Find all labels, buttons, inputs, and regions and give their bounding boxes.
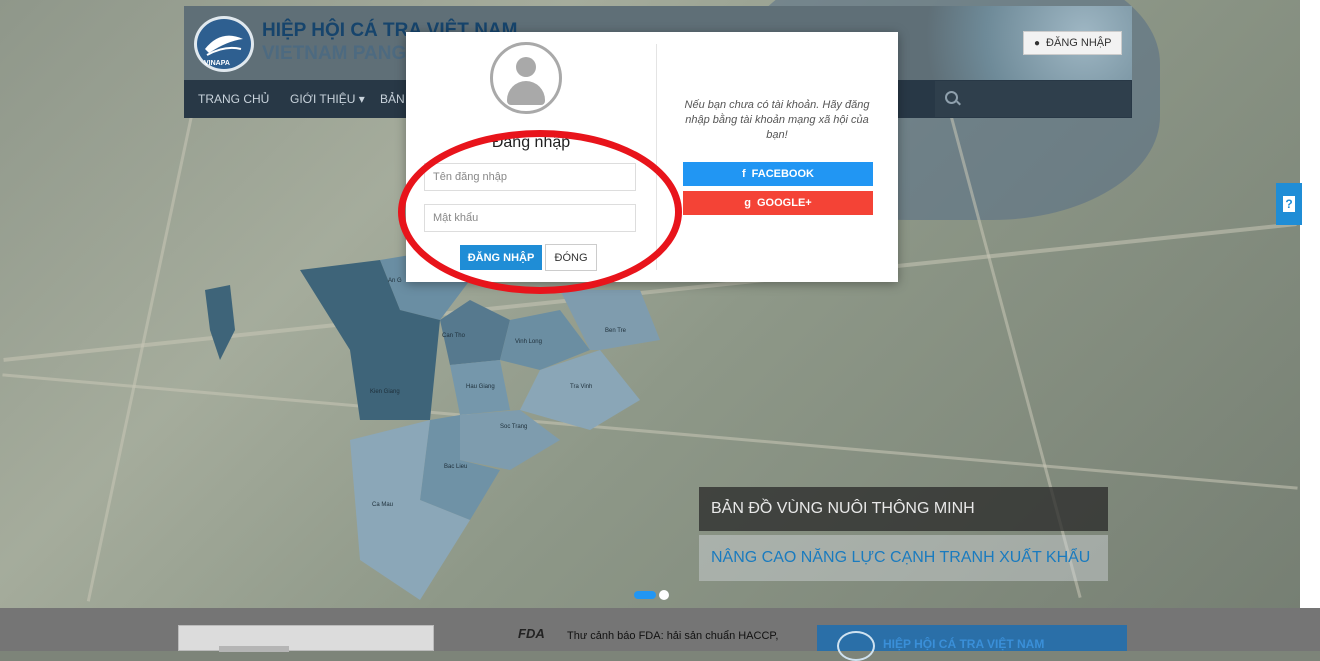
vinapa-logo-small [837, 631, 875, 661]
bottom-widget-tab [219, 646, 289, 652]
bottom-widget-box [178, 625, 434, 652]
social-login-hint: Nếu bạn chưa có tài khoản. Hãy đăng nhập… [684, 99, 870, 141]
google-login-button[interactable]: g GOOGLE+ [683, 191, 873, 215]
nav-item-about[interactable]: GIỚI THIỆU ▾ [290, 92, 365, 106]
map-label: Ben Tre [605, 328, 627, 334]
slider-dot-active[interactable] [634, 591, 656, 599]
map-label: Hau Giang [466, 384, 495, 390]
facebook-login-button[interactable]: f FACEBOOK [683, 162, 873, 186]
bottom-banner[interactable]: HIỆP HỘI CÁ TRA VIỆT NAM [817, 625, 1127, 661]
header-login-label: ĐĂNG NHẬP [1046, 37, 1112, 49]
slider-caption-title: BẢN ĐỒ VÙNG NUÔI THÔNG MINH [699, 487, 1108, 531]
slider-dot[interactable] [659, 590, 669, 600]
nav-item-home[interactable]: TRANG CHỦ [198, 92, 269, 106]
map-label: Can Tho [442, 333, 466, 339]
google-label: GOOGLE+ [757, 197, 812, 209]
google-icon: g [744, 197, 751, 209]
highlight-ellipse [398, 130, 682, 294]
help-button[interactable]: ? [1276, 183, 1302, 225]
map-label: An G [388, 278, 402, 284]
slider-caption-subtitle[interactable]: NÂNG CAO NĂNG LỰC CẠNH TRANH XUẤT KHẨU [699, 535, 1108, 581]
logo-text: VINAPA [204, 60, 230, 67]
bottom-banner-text: HIỆP HỘI CÁ TRA VIỆT NAM [883, 637, 1045, 651]
nav-item-map[interactable]: BẢN [380, 92, 405, 106]
search-icon[interactable] [945, 91, 958, 104]
page-right-edge [1300, 0, 1320, 608]
news-link[interactable]: Thư cảnh báo FDA: hải sản chuẩn HACCP, [567, 630, 778, 642]
map-label: Tra Vinh [570, 384, 592, 390]
nav-search-area[interactable] [935, 81, 1131, 117]
facebook-icon: f [741, 168, 746, 180]
user-icon: ● [1034, 37, 1041, 49]
user-avatar-icon [490, 42, 562, 114]
map-label: Vinh Long [515, 339, 542, 345]
map-label: Bac Lieu [444, 464, 467, 470]
map-label: Kien Giang [370, 389, 400, 395]
question-icon: ? [1283, 196, 1295, 212]
map-label: Ca Mau [372, 502, 393, 508]
map-label: Soc Trang [500, 424, 527, 430]
header-login-button[interactable]: ● ĐĂNG NHẬP [1023, 31, 1123, 55]
facebook-label: FACEBOOK [751, 168, 814, 180]
region-soc-trang [460, 410, 560, 470]
site-subtitle: VIETNAM PANGA [262, 43, 420, 64]
island-phu-quoc [205, 285, 235, 360]
fda-logo: FDA [518, 626, 545, 641]
